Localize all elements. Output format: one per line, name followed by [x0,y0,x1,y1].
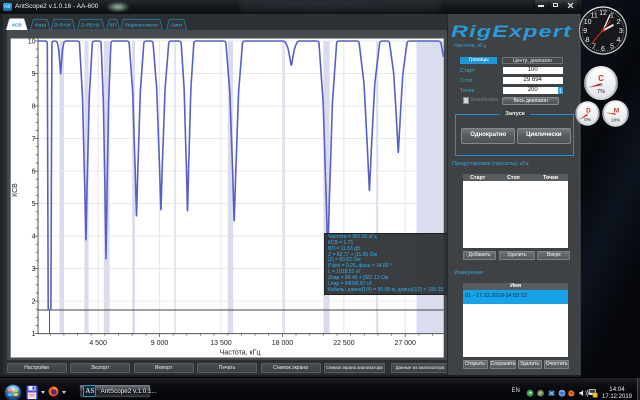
svg-text:8: 8 [32,104,36,111]
svg-text:Смит: Смит [171,22,183,28]
svg-text:2: 2 [616,19,620,26]
svg-text:9 000: 9 000 [151,340,169,347]
svg-text:4 500: 4 500 [89,340,107,347]
svg-text:0%: 0% [584,117,591,122]
svg-text:18%: 18% [611,118,620,123]
svg-text:7: 7 [32,136,36,143]
svg-text:Фаза: Фаза [35,22,46,28]
svg-text:22 500: 22 500 [333,340,355,347]
svg-text:КСВ: КСВ [12,22,22,28]
svg-text:12: 12 [599,10,607,17]
svg-text:11: 11 [590,13,597,20]
svg-text:7: 7 [592,43,596,50]
svg-text:ВП: ВП [109,22,116,28]
svg-text:Z=R||+jX: Z=R||+jX [81,22,101,28]
svg-text:3: 3 [619,28,623,35]
svg-text:КСВ: КСВ [12,183,19,197]
svg-text:1: 1 [610,13,614,20]
svg-text:D: D [586,108,591,115]
svg-text:3: 3 [32,266,36,273]
svg-text:C: C [598,74,604,83]
svg-text:13 500: 13 500 [210,340,232,347]
svg-text:Z=R+jX: Z=R+jX [54,22,71,28]
svg-text:6: 6 [32,169,36,176]
svg-text:10: 10 [28,39,36,46]
svg-text:7%: 7% [597,89,605,95]
svg-text:5: 5 [610,43,614,50]
svg-text:Частота, кГц: Частота, кГц [220,350,261,357]
svg-text:2: 2 [32,299,36,306]
svg-text:9: 9 [32,71,36,78]
svg-text:27 000: 27 000 [394,340,416,347]
svg-text:5: 5 [32,201,36,208]
svg-text:18 000: 18 000 [272,340,294,347]
svg-text:Рефлектометр: Рефлектометр [125,22,158,28]
svg-text:9: 9 [583,28,587,35]
svg-text:4: 4 [32,234,36,241]
svg-text:1: 1 [32,331,36,338]
